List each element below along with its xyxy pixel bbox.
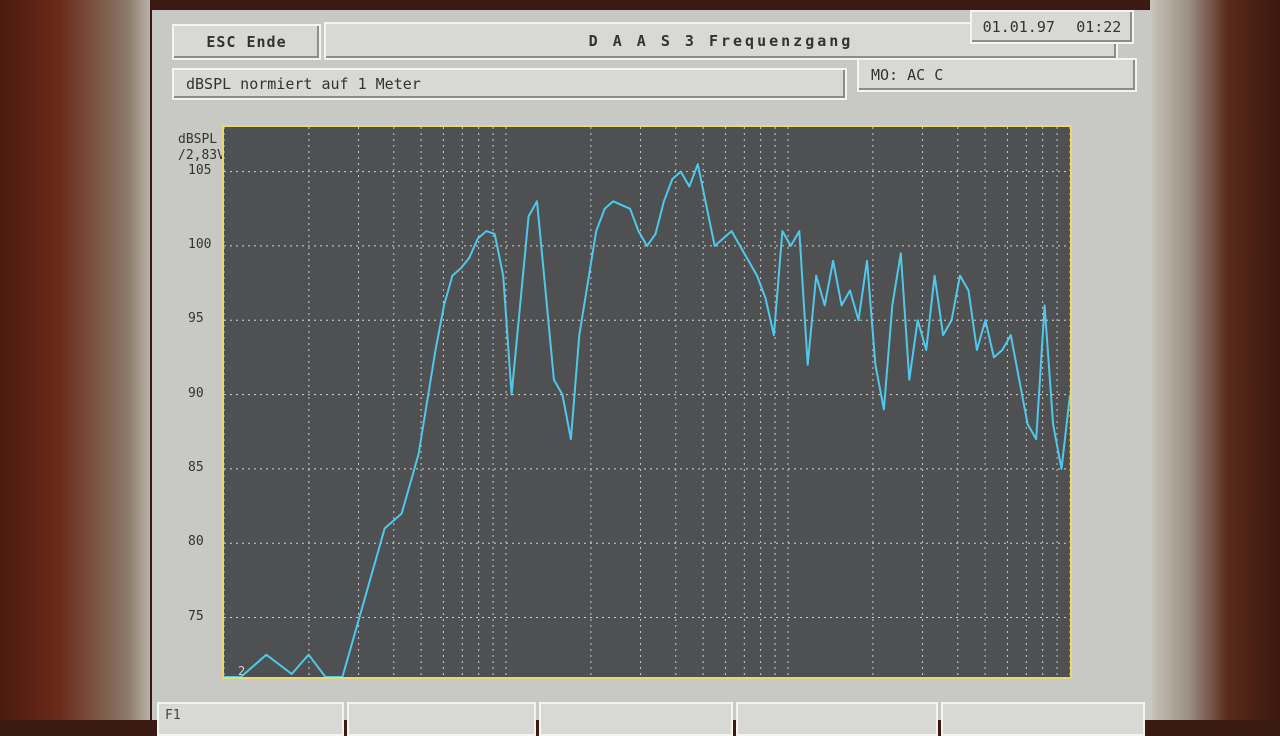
- y-tick-label: 95: [188, 311, 204, 327]
- y-tick-label: 75: [188, 608, 204, 624]
- esc-exit-button[interactable]: ESC Ende: [172, 24, 321, 60]
- function-key-3[interactable]: [539, 702, 733, 736]
- date-text: 01.01.97: [982, 18, 1055, 36]
- y-tick-label: 80: [188, 534, 204, 550]
- y-tick-label: 100: [188, 236, 212, 252]
- y-axis-title: dBSPL /2,83V: [178, 132, 225, 163]
- frequency-response-chart: 2: [222, 125, 1072, 679]
- mode-indicator: MO: AC C: [857, 58, 1137, 92]
- datetime-display: 01.01.97 01:22: [970, 10, 1134, 44]
- function-key-5[interactable]: [941, 702, 1145, 736]
- time-text: 01:22: [1076, 18, 1122, 36]
- y-tick-label: 85: [188, 459, 204, 475]
- normalization-info: dBSPL normiert auf 1 Meter: [172, 68, 847, 100]
- y-tick-label: 90: [188, 385, 204, 401]
- function-key-1[interactable]: F1: [157, 702, 344, 736]
- function-key-2[interactable]: [347, 702, 536, 736]
- function-key-4[interactable]: [736, 702, 938, 736]
- chart-svg: 2: [223, 127, 1071, 678]
- monitor-bezel-left: [0, 0, 150, 720]
- y-tick-label: 105: [188, 162, 212, 178]
- monitor-bezel-right: [1150, 0, 1280, 720]
- response-curve: [224, 163, 1071, 678]
- crt-screen: ESC Ende D A A S 3 Frequenzgang 01.01.97…: [152, 10, 1152, 736]
